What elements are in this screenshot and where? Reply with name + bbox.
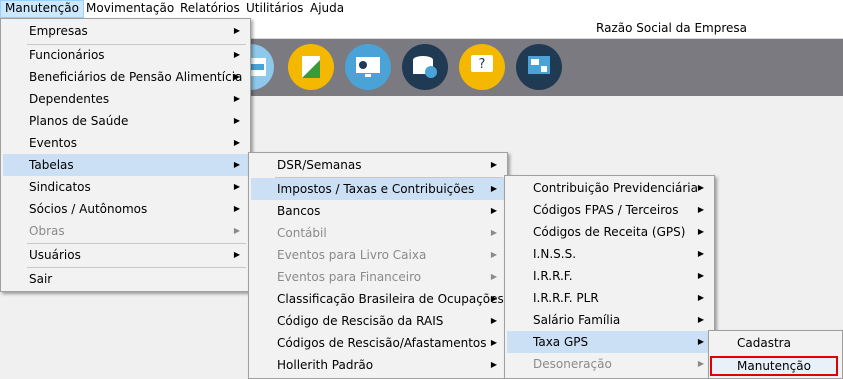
chevron-right-icon: ▶ [697, 293, 704, 302]
dropdown-manutencao: Empresas ▶ Funcionários ▶ Beneficiários de… [0, 18, 251, 292]
menu-ajuda[interactable]: Ajuda [306, 0, 348, 18]
document-folder-icon[interactable] [288, 44, 334, 90]
menu-item-planos-de-saude[interactable]: Planos de Saúde ▶ [3, 110, 248, 132]
chevron-right-icon: ▶ [233, 182, 240, 191]
menu-item-tabelas[interactable]: Tabelas ▶ [3, 154, 248, 176]
chevron-right-icon: ▶ [490, 160, 497, 169]
menu-item-eventos-financeiro: Eventos para Financeiro ▶ [251, 266, 505, 288]
dropdown-impostos: Contribuição Previdenciária ▶ Códigos FPA… [504, 175, 715, 379]
menu-item-codigo-rescisao-rais[interactable]: Código de Rescisão da RAIS ▶ [251, 310, 505, 332]
menu-item-manutencao[interactable]: Manutenção [711, 355, 840, 377]
chevron-right-icon: ▶ [697, 315, 704, 324]
calculator-monitor-icon[interactable] [516, 44, 562, 90]
chevron-right-icon: ▶ [697, 271, 704, 280]
menu-item-irrf-plr[interactable]: I.R.R.F. PLR ▶ [507, 287, 712, 309]
chevron-right-icon: ▶ [697, 359, 704, 368]
monitor-arrow-icon[interactable] [345, 44, 391, 90]
help-chat-icon[interactable]: ? [459, 44, 505, 90]
menu-item-eventos[interactable]: Eventos ▶ [3, 132, 248, 154]
menu-item-sair[interactable]: Sair [3, 268, 248, 290]
menu-item-taxa-gps[interactable]: Taxa GPS ▶ [507, 331, 712, 353]
menu-item-codigos-receita-gps[interactable]: Códigos de Receita (GPS) ▶ [507, 221, 712, 243]
chevron-right-icon: ▶ [490, 316, 497, 325]
menu-item-empresas[interactable]: Empresas ▶ [3, 20, 248, 42]
chevron-right-icon: ▶ [233, 26, 240, 35]
menu-item-codigos-fpas[interactable]: Códigos FPAS / Terceiros ▶ [507, 199, 712, 221]
chevron-right-icon: ▶ [490, 206, 497, 215]
menu-bar: Manutenção Movimentação Relatórios Utili… [0, 0, 843, 18]
chevron-right-icon: ▶ [490, 250, 497, 259]
menu-item-obras: Obras ▶ [3, 220, 248, 242]
menu-manutencao[interactable]: Manutenção [0, 0, 84, 18]
menu-item-contabil: Contábil ▶ [251, 222, 505, 244]
chevron-right-icon: ▶ [233, 160, 240, 169]
chevron-right-icon: ▶ [490, 184, 497, 193]
chevron-right-icon: ▶ [233, 138, 240, 147]
menu-item-usuarios[interactable]: Usuários ▶ [3, 244, 248, 266]
menu-item-inss[interactable]: I.N.S.S. ▶ [507, 243, 712, 265]
menu-item-irrf[interactable]: I.R.R.F. ▶ [507, 265, 712, 287]
svg-text:?: ? [479, 57, 486, 72]
menu-item-bancos[interactable]: Bancos ▶ [251, 200, 505, 222]
chevron-right-icon: ▶ [233, 94, 240, 103]
chevron-right-icon: ▶ [233, 204, 240, 213]
chevron-right-icon: ▶ [233, 116, 240, 125]
dropdown-taxa-gps: Cadastra Manutenção [708, 330, 843, 379]
menu-item-cadastra[interactable]: Cadastra [711, 332, 840, 354]
chevron-right-icon: ▶ [490, 360, 497, 369]
menu-item-beneficiarios[interactable]: Beneficiários de Pensão Alimentícia ▶ [3, 66, 248, 88]
menu-item-eventos-livro-caixa: Eventos para Livro Caixa ▶ [251, 244, 505, 266]
menu-item-desoneracao: Desoneração ▶ [507, 353, 712, 375]
menu-item-impostos-taxas[interactable]: Impostos / Taxas e Contribuições ▶ [251, 178, 505, 200]
chevron-right-icon: ▶ [490, 272, 497, 281]
chevron-right-icon: ▶ [697, 227, 704, 236]
chevron-right-icon: ▶ [490, 338, 497, 347]
dropdown-tabelas: DSR/Semanas ▶ Impostos / Taxas e Contribu… [248, 152, 508, 379]
menu-item-funcionarios[interactable]: Funcionários ▶ [3, 44, 248, 66]
menu-item-classificacao-ocupacoes[interactable]: Classificação Brasileira de Ocupações ▶ [251, 288, 505, 310]
menu-item-contribuicao-previdenciaria[interactable]: Contribuição Previdenciária ▶ [507, 177, 712, 199]
menu-item-sindicatos[interactable]: Sindicatos ▶ [3, 176, 248, 198]
chevron-right-icon: ▶ [697, 183, 704, 192]
chevron-right-icon: ▶ [490, 228, 497, 237]
menu-relatorios[interactable]: Relatórios [176, 0, 244, 18]
chevron-right-icon: ▶ [490, 294, 497, 303]
menu-item-codigos-rescisao-afastamentos[interactable]: Códigos de Rescisão/Afastamentos ▶ [251, 332, 505, 354]
menu-utilitarios[interactable]: Utilitários [242, 0, 307, 18]
chevron-right-icon: ▶ [233, 72, 240, 81]
menu-item-socios-autonomos[interactable]: Sócios / Autônomos ▶ [3, 198, 248, 220]
menu-item-hollerith-padrao[interactable]: Hollerith Padrão ▶ [251, 354, 505, 376]
chevron-right-icon: ▶ [697, 249, 704, 258]
chevron-right-icon: ▶ [233, 250, 240, 259]
chevron-right-icon: ▶ [697, 205, 704, 214]
menu-movimentacao[interactable]: Movimentação [82, 0, 178, 18]
chevron-right-icon: ▶ [233, 226, 240, 235]
chevron-right-icon: ▶ [233, 50, 240, 59]
menu-item-dsr-semanas[interactable]: DSR/Semanas ▶ [251, 154, 505, 176]
database-arrow-icon[interactable] [402, 44, 448, 90]
menu-item-dependentes[interactable]: Dependentes ▶ [3, 88, 248, 110]
chevron-right-icon: ▶ [697, 337, 704, 346]
company-name: Razão Social da Empresa [596, 21, 747, 35]
menu-item-salario-familia[interactable]: Salário Família ▶ [507, 309, 712, 331]
